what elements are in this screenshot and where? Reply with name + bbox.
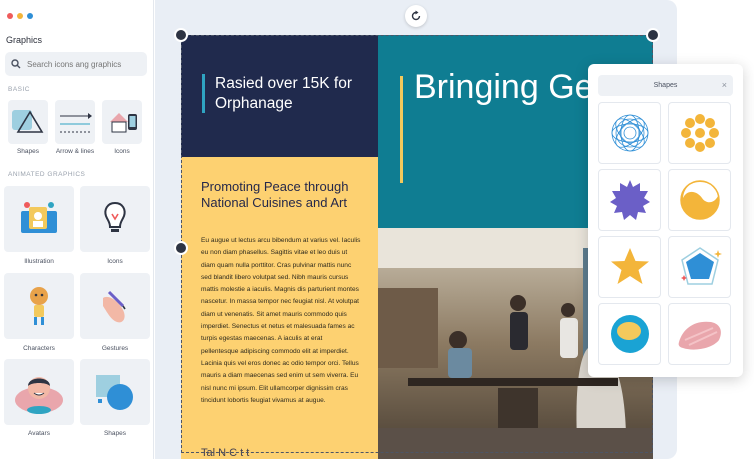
animated-caption-gestures: Gestures — [101, 345, 129, 352]
shapes-icon — [12, 110, 44, 133]
ring-blob-icon — [610, 315, 649, 353]
minimize-window-dot[interactable] — [17, 13, 23, 19]
navy-block[interactable]: Rasied over 15K for Orphanage — [181, 35, 378, 157]
panel-title: Graphics — [6, 35, 43, 45]
basic-tile-shapes[interactable] — [8, 100, 48, 144]
illustration-icon — [21, 202, 57, 233]
character-icon — [30, 287, 48, 325]
poster-body-text[interactable]: Eu augue ut lectus arcu bibendum at vari… — [201, 235, 361, 407]
shape-item-yinyang[interactable] — [668, 169, 731, 231]
poster-footer-text: Tal N C t t — [201, 447, 250, 459]
resize-handle-middle-left[interactable] — [174, 241, 188, 255]
resize-handle-top-left[interactable] — [174, 28, 188, 42]
shape-item-spiral[interactable] — [598, 102, 661, 164]
graphics-sidebar: Graphics BASIC Shapes Arrow & lines — [0, 0, 154, 459]
hand-pen-icon — [103, 290, 126, 323]
shape-item-flower[interactable] — [668, 102, 731, 164]
shapes-panel-header: Shapes × — [598, 75, 733, 96]
animated-caption-characters: Characters — [23, 345, 55, 352]
shape-item-brush[interactable] — [668, 303, 731, 365]
fundraise-text[interactable]: Rasied over 15K for Orphanage — [215, 74, 365, 114]
title-accent-bar — [400, 76, 403, 183]
brush-stroke-icon — [678, 321, 721, 350]
avatar-icon — [15, 377, 63, 414]
shapes-panel: Shapes × — [588, 64, 743, 377]
search-box[interactable] — [5, 52, 147, 76]
yin-yang-icon — [679, 180, 720, 220]
animated-tile-avatars[interactable] — [4, 359, 74, 425]
search-input[interactable] — [27, 59, 137, 69]
basic-caption-shapes: Shapes — [16, 148, 40, 155]
animated-tile-icons[interactable] — [80, 186, 150, 252]
close-window-dot[interactable] — [7, 13, 13, 19]
basic-tile-icons[interactable] — [102, 100, 142, 144]
flower-dots-icon — [680, 114, 719, 152]
lightbulb-icon — [104, 201, 126, 232]
basic-caption-arrows: Arrow & lines — [55, 148, 95, 155]
shape-item-ring[interactable] — [598, 303, 661, 365]
maximize-window-dot[interactable] — [27, 13, 33, 19]
resize-handle-top-right[interactable] — [646, 28, 660, 42]
basic-caption-icons: Icons — [114, 148, 130, 155]
animated-section-label: ANIMATED GRAPHICS — [8, 171, 86, 178]
animated-tile-gestures[interactable] — [80, 273, 150, 339]
animated-tile-illustration[interactable] — [4, 186, 74, 252]
gem-sparkle-icon — [680, 247, 722, 285]
basic-tile-arrows[interactable] — [55, 100, 95, 144]
close-icon[interactable]: × — [722, 80, 727, 90]
rotate-icon — [411, 10, 421, 21]
arrow-lines-icon — [60, 113, 92, 133]
window-controls — [7, 13, 33, 19]
shape-collage-icon — [96, 375, 133, 410]
animated-tile-shapes[interactable] — [80, 359, 150, 425]
animated-tile-characters[interactable] — [4, 273, 74, 339]
rotate-handle[interactable] — [405, 5, 427, 27]
shape-item-star[interactable] — [598, 236, 661, 298]
yellow-block[interactable]: Promoting Peace through National Cuisine… — [181, 157, 378, 459]
gear-burst-icon — [609, 180, 650, 220]
navy-accent-bar — [202, 74, 205, 113]
spiral-circle-icon — [611, 114, 648, 152]
search-icon — [11, 59, 21, 69]
shape-item-gear[interactable] — [598, 169, 661, 231]
icons-icon — [110, 113, 137, 133]
poster-design[interactable]: Rasied over 15K for Orphanage Bringing G… — [181, 35, 653, 459]
animated-caption-avatars: Avatars — [28, 430, 50, 437]
poster-subheading[interactable]: Promoting Peace through National Cuisine… — [201, 179, 371, 210]
shape-item-gem[interactable] — [668, 236, 731, 298]
shapes-panel-title: Shapes — [653, 82, 678, 89]
star-icon — [610, 248, 649, 284]
animated-caption-illustration: Illustration — [24, 258, 54, 265]
animated-caption-shapes: Shapes — [103, 430, 127, 437]
animated-caption-icons: Icons — [107, 258, 123, 265]
basic-section-label: BASIC — [8, 86, 31, 93]
